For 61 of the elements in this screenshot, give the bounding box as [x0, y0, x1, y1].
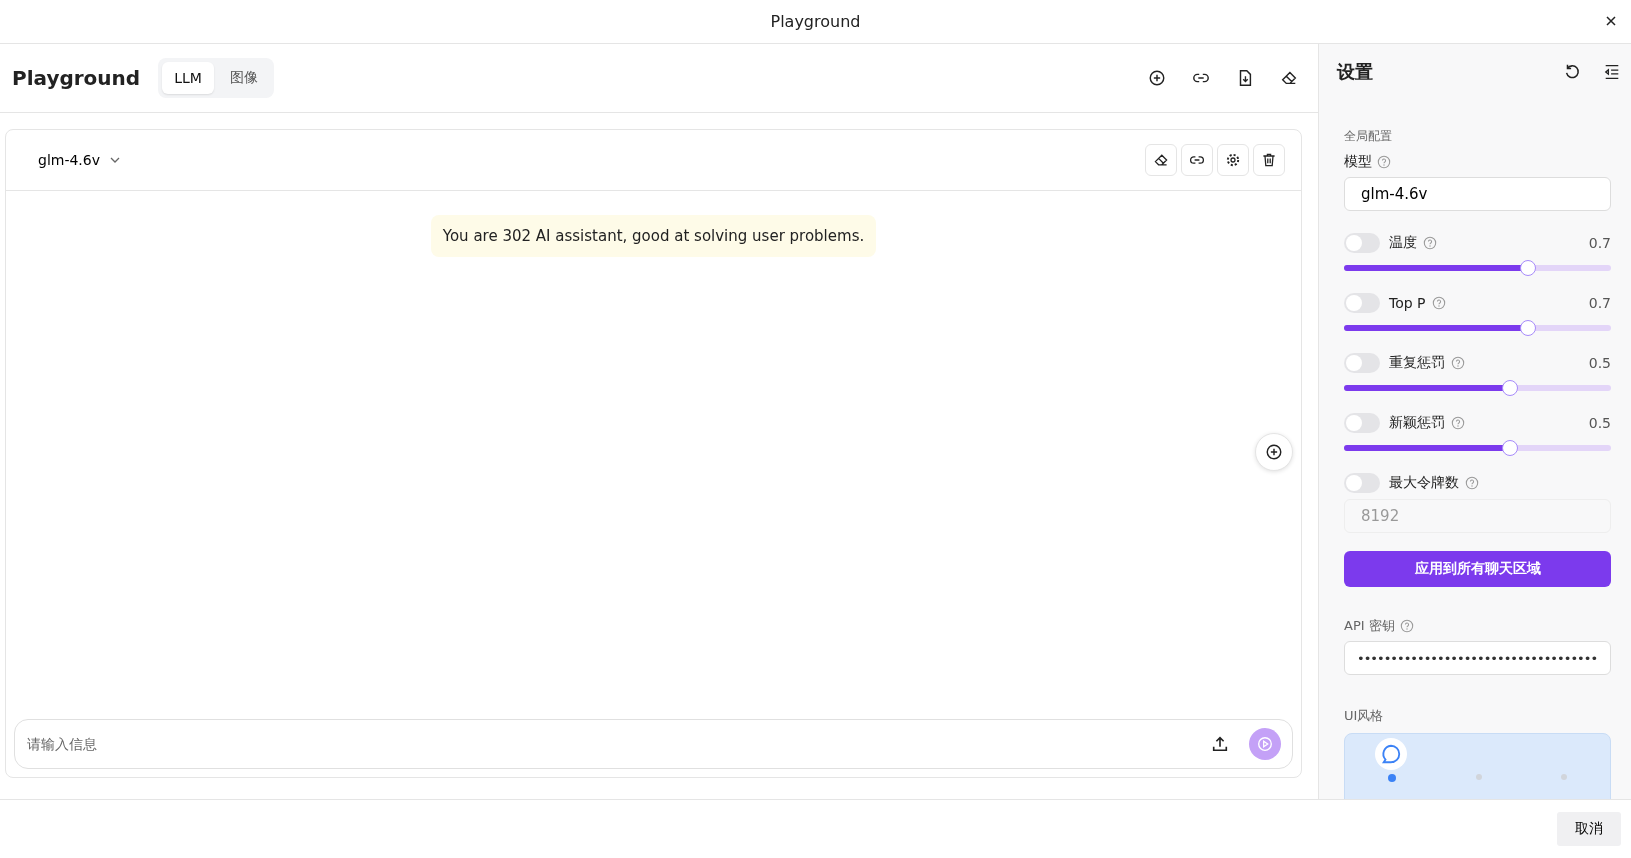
help-icon[interactable]	[1451, 356, 1465, 370]
help-icon[interactable]	[1377, 155, 1391, 169]
link-button[interactable]	[1181, 144, 1213, 176]
slider-thumb[interactable]	[1520, 320, 1537, 336]
param-value: 0.7	[1588, 235, 1611, 251]
message-field[interactable]: 请输入信息	[14, 719, 1293, 769]
help-icon[interactable]	[1423, 236, 1437, 250]
help-icon[interactable]	[1451, 416, 1465, 430]
help-icon[interactable]	[1465, 476, 1479, 490]
reset-icon[interactable]	[1563, 63, 1581, 81]
slider-thumb[interactable]	[1501, 440, 1518, 456]
trash-icon	[1261, 152, 1277, 168]
style-option-dot[interactable]	[1561, 774, 1567, 780]
slider-thumb[interactable]	[1520, 260, 1537, 276]
param-label: 重复惩罚	[1389, 354, 1445, 372]
help-icon[interactable]	[1431, 296, 1446, 310]
model-dropdown[interactable]: glm-4.6v	[28, 146, 130, 174]
eraser-icon	[1153, 152, 1169, 168]
param-label: 新颖惩罚	[1389, 414, 1445, 432]
param-value: 0.5	[1588, 415, 1611, 431]
page-title: Playground	[12, 66, 141, 90]
style-option-dot[interactable]	[1388, 774, 1396, 782]
upload-icon[interactable]	[1211, 735, 1229, 753]
clear-button[interactable]	[1145, 144, 1177, 176]
settings-title: 设置	[1337, 60, 1373, 84]
model-field[interactable]: glm-4.6v	[1344, 177, 1611, 211]
help-icon[interactable]	[1399, 619, 1414, 633]
play-icon	[1256, 735, 1274, 753]
param-label: 温度	[1389, 234, 1417, 252]
section-label: 全局配置	[1344, 128, 1393, 145]
toggle-switch[interactable]	[1344, 293, 1380, 313]
window-title: Playground	[770, 12, 861, 31]
style-option-dot[interactable]	[1475, 774, 1482, 780]
tab[interactable]: 图像	[217, 62, 270, 94]
chevron-down-icon	[110, 157, 120, 163]
add-button[interactable]	[1255, 433, 1293, 471]
close-icon[interactable]	[1605, 15, 1617, 27]
api-key-field[interactable]: ••••••••••••••••••••••••••••••••••••	[1344, 641, 1611, 675]
toggle-switch[interactable]	[1344, 233, 1380, 253]
field-label: 模型	[1344, 153, 1372, 171]
settings-icon	[1225, 152, 1241, 168]
param-label: 最大令牌数	[1389, 474, 1459, 492]
section-label: UI风格	[1344, 707, 1385, 725]
toggle-switch[interactable]	[1344, 353, 1380, 373]
collapse-panel-icon[interactable]	[1603, 63, 1621, 81]
param-value: 0.7	[1588, 295, 1611, 311]
field-label: API 密钥	[1344, 617, 1395, 635]
cancel-button[interactable]: 取消	[1557, 812, 1621, 846]
param-label: Top P	[1389, 295, 1426, 311]
settings-button[interactable]	[1217, 144, 1249, 176]
chat-bubble-icon	[1375, 738, 1407, 770]
system-prompt: You are 302 AI assistant, good at solving user problems.	[430, 215, 877, 257]
add-icon	[1265, 443, 1283, 461]
eraser-icon[interactable]	[1280, 69, 1298, 87]
delete-button[interactable]	[1253, 144, 1285, 176]
apply-button[interactable]: 应用到所有聊天区域	[1344, 551, 1611, 587]
param-value: 0.5	[1588, 355, 1611, 371]
add-icon[interactable]	[1148, 69, 1166, 87]
slider-thumb[interactable]	[1501, 380, 1518, 396]
toggle-switch[interactable]	[1344, 413, 1380, 433]
tab[interactable]: LLM	[162, 62, 214, 94]
